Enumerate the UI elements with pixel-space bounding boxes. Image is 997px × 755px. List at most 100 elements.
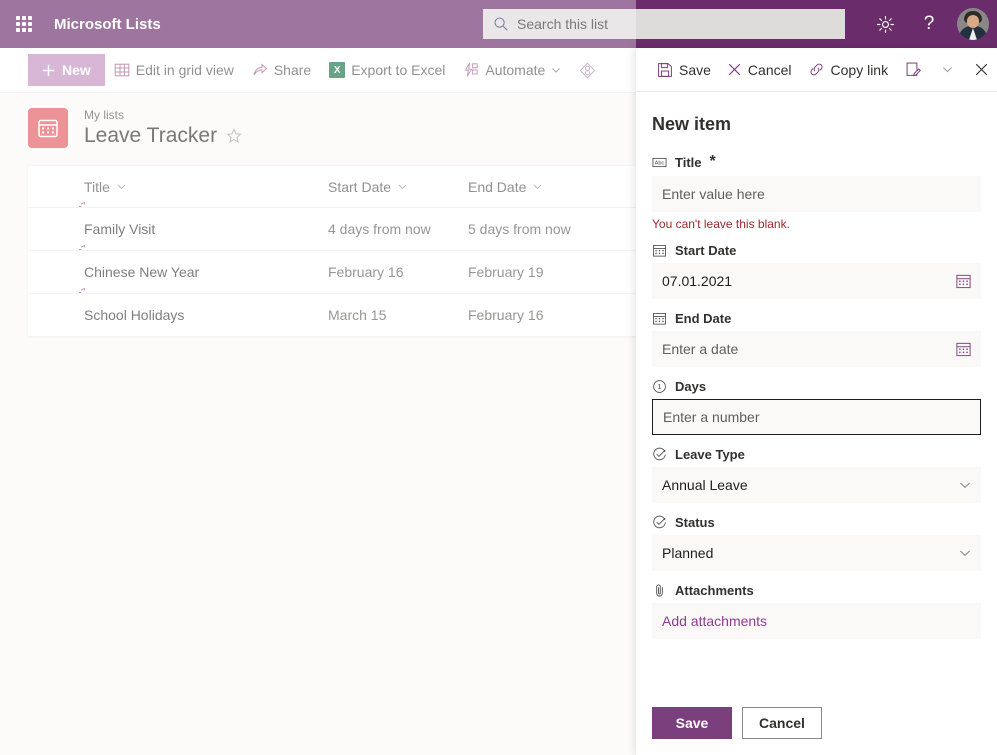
cell-title[interactable]: Chinese New Year bbox=[28, 264, 328, 280]
edit-in-grid-view-label: Edit in grid view bbox=[135, 62, 234, 78]
field-days-label: Days bbox=[675, 379, 707, 394]
cell-end-date: February 16 bbox=[468, 307, 544, 323]
field-leave-type-label: Leave Type bbox=[675, 447, 745, 462]
new-item-panel: Save Cancel Copy link New item Abc Title… bbox=[636, 48, 997, 755]
field-title: Abc Title * Enter value here You can't l… bbox=[652, 153, 981, 231]
field-leave-type: Leave Type Annual Leave bbox=[652, 447, 981, 503]
panel-copy-link-label: Copy link bbox=[830, 61, 889, 78]
export-to-excel-button[interactable]: X Export to Excel bbox=[320, 50, 454, 90]
app-launcher-icon[interactable] bbox=[0, 0, 48, 48]
integrate-icon bbox=[579, 62, 596, 79]
new-button-label: New bbox=[62, 62, 91, 78]
cell-end-date: February 19 bbox=[468, 264, 544, 280]
calendar-list-icon bbox=[28, 107, 68, 148]
field-end-date-label: End Date bbox=[675, 311, 732, 326]
column-header-title[interactable]: Title bbox=[28, 179, 328, 195]
days-input[interactable]: Enter a number bbox=[652, 399, 981, 435]
panel-more-chevron-icon[interactable] bbox=[931, 54, 963, 86]
start-date-value: 07.01.2021 bbox=[662, 273, 733, 289]
field-start-date: Start Date 07.01.2021 bbox=[652, 243, 981, 299]
cancel-button[interactable]: Cancel bbox=[742, 707, 822, 739]
panel-cancel-button[interactable]: Cancel bbox=[720, 53, 799, 87]
panel-command-bar: Save Cancel Copy link bbox=[636, 48, 997, 92]
gear-icon[interactable] bbox=[865, 4, 905, 44]
end-date-placeholder: Enter a date bbox=[662, 341, 739, 357]
automate-label: Automate bbox=[485, 62, 546, 78]
automate-button[interactable]: Automate bbox=[454, 50, 570, 90]
svg-text:Abc: Abc bbox=[655, 160, 665, 166]
chevron-down-icon bbox=[532, 181, 543, 192]
chevron-down-icon bbox=[958, 546, 972, 560]
field-status-label-row: Status bbox=[652, 515, 981, 530]
calendar-icon bbox=[652, 311, 667, 326]
search-box[interactable] bbox=[483, 9, 845, 39]
calendar-icon bbox=[652, 243, 667, 258]
cell-title[interactable]: Family Visit bbox=[28, 221, 328, 237]
choice-field-icon bbox=[652, 515, 667, 530]
panel-copy-link-button[interactable]: Copy link bbox=[801, 53, 896, 87]
search-input[interactable] bbox=[517, 16, 835, 32]
column-header-end-date-label: End Date bbox=[468, 178, 527, 195]
column-header-start-date[interactable]: Start Date bbox=[328, 179, 468, 195]
panel-save-button[interactable]: Save bbox=[650, 53, 718, 87]
calendar-picker-icon[interactable] bbox=[955, 273, 972, 290]
link-icon bbox=[808, 61, 825, 78]
field-title-label: Title bbox=[675, 154, 702, 170]
search-icon bbox=[493, 16, 509, 32]
field-status-label: Status bbox=[675, 515, 715, 530]
required-marker: * bbox=[709, 153, 716, 170]
breadcrumb[interactable]: My lists bbox=[84, 107, 242, 123]
star-icon[interactable] bbox=[226, 128, 242, 144]
status-value: Planned bbox=[662, 545, 714, 561]
microsoft-lists-app: Microsoft Lists Search this list ? New E… bbox=[0, 0, 997, 755]
page-title: Leave Tracker bbox=[84, 124, 218, 147]
days-input-placeholder: Enter a number bbox=[663, 409, 760, 425]
panel-close-icon[interactable] bbox=[965, 54, 997, 86]
start-date-input[interactable]: 07.01.2021 bbox=[652, 263, 981, 299]
leave-type-dropdown[interactable]: Annual Leave bbox=[652, 467, 981, 503]
field-attachments-label: Attachments bbox=[675, 583, 754, 598]
field-attachments-label-row: Attachments bbox=[652, 583, 981, 598]
field-end-date-label-row: End Date bbox=[652, 311, 981, 326]
close-icon bbox=[727, 62, 742, 77]
share-label: Share bbox=[273, 62, 312, 78]
field-leave-type-label-row: Leave Type bbox=[652, 447, 981, 462]
calendar-picker-icon[interactable] bbox=[955, 341, 972, 358]
number-field-icon: 1 bbox=[652, 379, 667, 394]
user-avatar[interactable] bbox=[957, 8, 989, 40]
edit-form-icon[interactable] bbox=[897, 54, 929, 86]
new-button[interactable]: New bbox=[28, 54, 105, 86]
excel-icon: X bbox=[329, 62, 346, 78]
integrate-button[interactable] bbox=[570, 50, 605, 90]
chevron-down-icon bbox=[116, 181, 127, 192]
add-attachments-link[interactable]: Add attachments bbox=[662, 613, 767, 629]
end-date-input[interactable]: Enter a date bbox=[652, 331, 981, 367]
panel-form: New item Abc Title * Enter value here Yo… bbox=[636, 92, 997, 691]
cell-title[interactable]: School Holidays bbox=[28, 307, 328, 323]
title-input[interactable]: Enter value here bbox=[652, 176, 981, 212]
suite-bar: Microsoft Lists Search this list ? bbox=[0, 0, 997, 48]
grid-icon bbox=[114, 62, 130, 78]
column-header-end-date[interactable]: End Date bbox=[468, 179, 608, 195]
new-item-sparkle-icon bbox=[78, 244, 88, 254]
cell-end-date: 5 days from now bbox=[468, 221, 571, 237]
question-mark-icon[interactable]: ? bbox=[909, 4, 949, 44]
new-item-sparkle-icon bbox=[78, 287, 88, 297]
field-days: 1 Days Enter a number bbox=[652, 379, 981, 435]
field-attachments: Attachments Add attachments bbox=[652, 583, 981, 639]
cell-start-date: March 15 bbox=[328, 307, 387, 323]
share-button[interactable]: Share bbox=[243, 50, 320, 90]
add-attachments-box[interactable]: Add attachments bbox=[652, 603, 981, 639]
status-dropdown[interactable]: Planned bbox=[652, 535, 981, 571]
panel-footer: Save Cancel bbox=[636, 691, 997, 755]
save-button[interactable]: Save bbox=[652, 707, 732, 739]
suite-bar-actions: ? bbox=[865, 0, 989, 48]
cell-start-date: February 16 bbox=[328, 264, 404, 280]
panel-cancel-label: Cancel bbox=[747, 61, 792, 78]
edit-in-grid-view-button[interactable]: Edit in grid view bbox=[105, 50, 243, 90]
field-status: Status Planned bbox=[652, 515, 981, 571]
chevron-down-icon bbox=[958, 478, 972, 492]
panel-save-label: Save bbox=[679, 61, 711, 78]
paperclip-icon bbox=[652, 583, 667, 598]
share-icon bbox=[252, 62, 268, 78]
